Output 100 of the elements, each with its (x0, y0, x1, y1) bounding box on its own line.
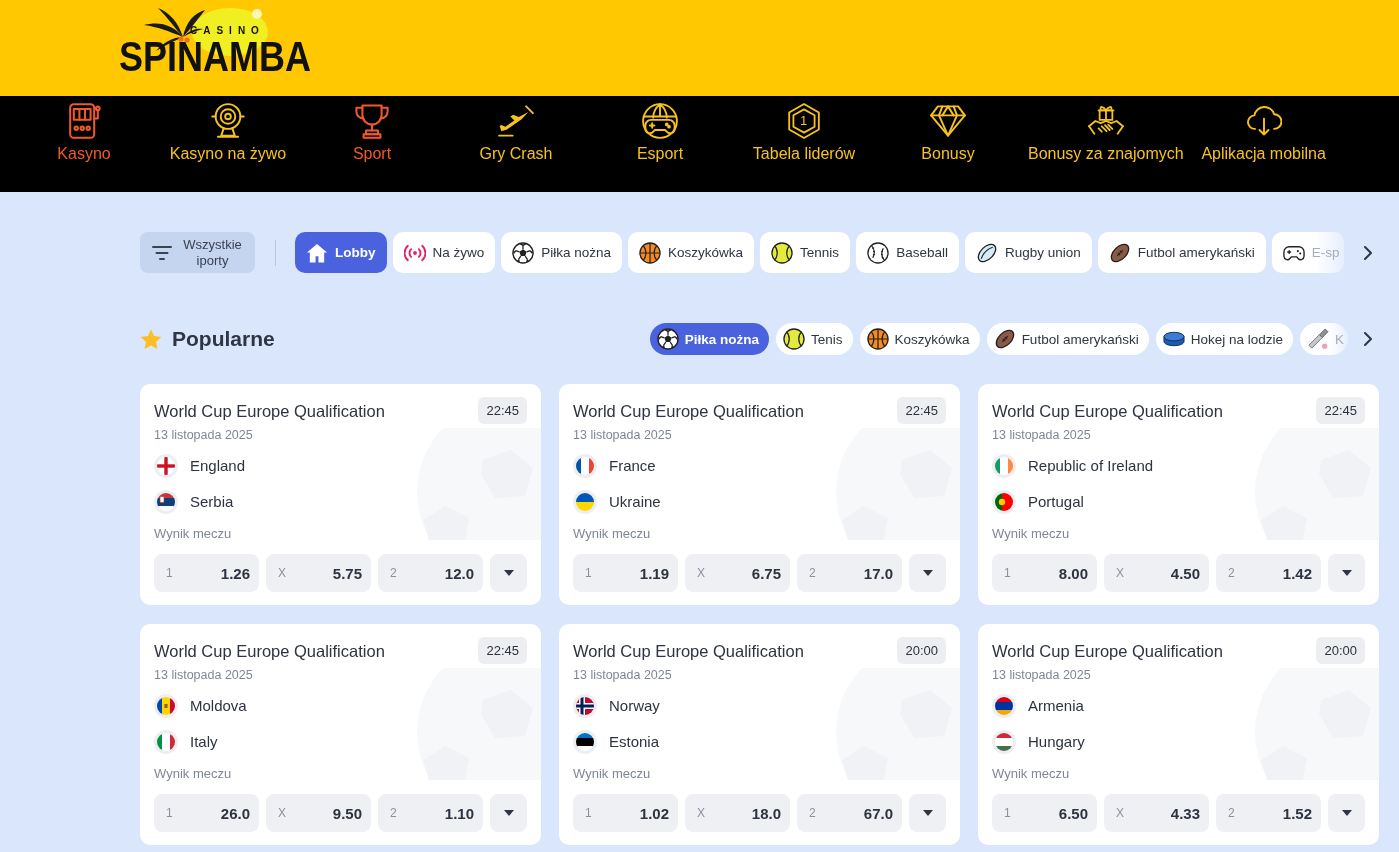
globe-gamepad-icon (642, 103, 678, 139)
section-title: Popularne (172, 326, 275, 352)
logo-tagline: CASINO (190, 25, 265, 36)
match-time: 20:00 (897, 637, 946, 664)
competition-name: World Cup Europe Qualification (154, 640, 385, 661)
match-date: 13 listopada 2025 (573, 667, 672, 683)
team-name: Portugal (1028, 493, 1084, 511)
competition-name: World Cup Europe Qualification (573, 400, 804, 421)
sport-filter-tab[interactable]: Piłka nożna (649, 323, 770, 355)
flag-icon (573, 694, 597, 718)
more-markets-button[interactable] (1328, 554, 1365, 592)
flag-icon (154, 694, 178, 718)
more-markets-button[interactable] (490, 554, 527, 592)
more-markets-button[interactable] (490, 794, 527, 832)
odds-button[interactable]: 1 1.19 (573, 554, 678, 592)
odds-button[interactable]: 1 26.0 (154, 794, 259, 832)
odds-button[interactable]: 1 1.26 (154, 554, 259, 592)
caret-down-icon (922, 810, 933, 816)
nav-link[interactable]: 1 Tabela liderów (732, 96, 876, 192)
more-markets-button[interactable] (909, 554, 946, 592)
competition-name: World Cup Europe Qualification (992, 640, 1223, 661)
nav-link[interactable]: Bonusy za znajomych (1020, 96, 1192, 192)
team-name: Armenia (1028, 697, 1084, 715)
home-icon (306, 241, 328, 264)
chevron-right-icon (1364, 332, 1372, 346)
flag-icon (573, 490, 597, 514)
sport-tab[interactable]: Koszykówka (628, 232, 755, 273)
sport-filter-tab[interactable]: Futbol amerykański (986, 323, 1149, 355)
nav-link[interactable]: Kasyno (12, 96, 156, 192)
sport-tab[interactable]: Na żywo (392, 232, 496, 273)
sport-tab[interactable]: Baseball (856, 232, 959, 273)
team-name: Ukraine (609, 493, 661, 511)
all-sports-button[interactable]: Wszystkie iporty (140, 232, 255, 273)
rugby-ball-icon (975, 241, 998, 264)
caret-down-icon (1341, 570, 1352, 576)
flag-icon (154, 490, 178, 514)
match-date: 13 listopada 2025 (154, 667, 253, 683)
match-card[interactable]: World Cup Europe Qualification 22:45 13 listopada 2025 Republic of Ireland Portugal Wynik meczu 1 8.00 X 4.50 2 1.42 (978, 384, 1379, 605)
slot-machine-icon (66, 103, 102, 139)
odds-button[interactable]: 1 1.02 (573, 794, 678, 832)
basketball-icon (866, 328, 889, 350)
match-time: 22:45 (478, 397, 527, 424)
flag-icon (992, 490, 1016, 514)
match-card[interactable]: World Cup Europe Qualification 22:45 13 listopada 2025 England Serbia Wynik meczu 1 1.26 X 5.75 2 12.0 (140, 384, 541, 605)
odds-button[interactable]: 2 67.0 (797, 794, 902, 832)
flag-icon (992, 730, 1016, 754)
odds-button[interactable]: X 4.50 (1104, 554, 1209, 592)
odds-button[interactable]: 2 1.52 (1216, 794, 1321, 832)
diamond-icon (930, 103, 966, 139)
nav-link[interactable]: Aplikacja mobilna (1191, 96, 1336, 192)
caret-down-icon (1341, 810, 1352, 816)
odds-button[interactable]: X 4.33 (1104, 794, 1209, 832)
rank-number: 1 (800, 114, 808, 128)
match-card[interactable]: World Cup Europe Qualification 22:45 13 listopada 2025 France Ukraine Wynik meczu 1 1.19 X 6.75 2 17.0 (559, 384, 960, 605)
odds-button[interactable]: X 5.75 (266, 554, 371, 592)
team-name: Hungary (1028, 733, 1085, 751)
sport-filter-tab[interactable]: Tenis (776, 323, 853, 355)
flag-icon (154, 454, 178, 478)
team-name: England (190, 457, 246, 475)
match-time: 22:45 (478, 637, 527, 664)
chevron-right-icon (1364, 245, 1372, 260)
odds-button[interactable]: 2 17.0 (797, 554, 902, 592)
baseball-icon (867, 241, 890, 264)
competition-name: World Cup Europe Qualification (573, 640, 804, 661)
match-card[interactable]: World Cup Europe Qualification 22:45 13 listopada 2025 Moldova Italy Wynik meczu 1 26.0 X 9.50 2 1.10 (140, 624, 541, 845)
tennis-ball-icon (771, 241, 794, 264)
match-card[interactable]: World Cup Europe Qualification 20:00 13 listopada 2025 Norway Estonia Wynik meczu 1 1.02 X 18.0 2 67.0 (559, 624, 960, 845)
odds-button[interactable]: 1 6.50 (992, 794, 1097, 832)
sport-tab[interactable]: Tennis (760, 232, 851, 273)
soccer-ball-icon (656, 328, 679, 350)
nav-link[interactable]: Esport (588, 96, 732, 192)
team-name: France (609, 457, 656, 475)
sport-tab[interactable]: Futbol amerykański (1097, 232, 1266, 273)
star-icon (140, 328, 162, 350)
sport-tab[interactable]: Lobby (295, 232, 387, 273)
team-name: Norway (609, 697, 660, 715)
odds-button[interactable]: X 9.50 (266, 794, 371, 832)
american-football-icon (1108, 241, 1131, 264)
odds-button[interactable]: 2 1.10 (378, 794, 483, 832)
match-card[interactable]: World Cup Europe Qualification 20:00 13 listopada 2025 Armenia Hungary Wynik meczu 1 6.50 X 4.33 2 1.52 (978, 624, 1379, 845)
odds-button[interactable]: 2 12.0 (378, 554, 483, 592)
odds-button[interactable]: X 6.75 (685, 554, 790, 592)
webcam-icon (210, 103, 246, 139)
sport-filter-tab[interactable]: Hokej na lodzie (1155, 323, 1293, 355)
sport-tab[interactable]: Piłka nożna (501, 232, 623, 273)
cricket-bat-icon (1307, 328, 1329, 350)
odds-button[interactable]: 1 8.00 (992, 554, 1097, 592)
nav-link[interactable]: Gry Crash (444, 96, 588, 192)
odds-button[interactable]: X 18.0 (685, 794, 790, 832)
sport-filter-tab[interactable]: Koszykówka (859, 323, 980, 355)
nav-link[interactable]: Kasyno na żywo (156, 96, 300, 192)
nav-link[interactable]: Bonusy (876, 96, 1020, 192)
nav-link[interactable]: Sport (300, 96, 444, 192)
logo-wordmark[interactable]: SPINAMBA (119, 39, 311, 75)
more-markets-button[interactable] (909, 794, 946, 832)
flag-icon (992, 454, 1016, 478)
sport-tab[interactable]: Rugby union (964, 232, 1092, 273)
more-markets-button[interactable] (1328, 794, 1365, 832)
flag-icon (154, 730, 178, 754)
odds-button[interactable]: 2 1.42 (1216, 554, 1321, 592)
